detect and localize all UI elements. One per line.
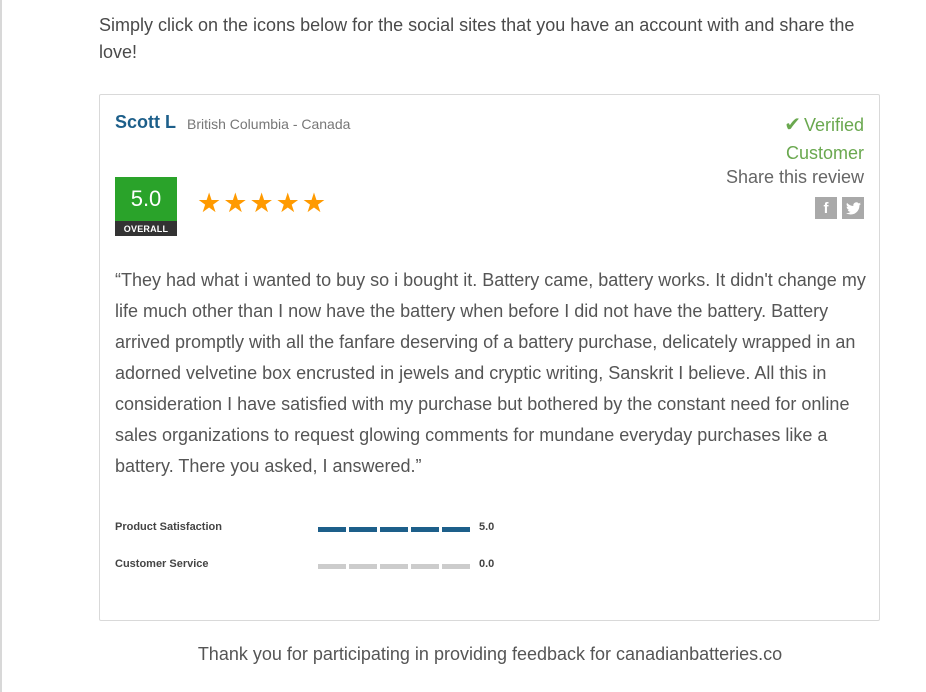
metric-label: Customer Service (115, 558, 209, 570)
reviewer-name[interactable]: Scott L (115, 112, 176, 133)
bar-segment (349, 564, 377, 569)
review-card: Scott L British Columbia - Canada ✔ Verif… (99, 94, 880, 621)
page-left-border (0, 0, 2, 692)
share-intro-text: Simply click on the icons below for the … (99, 15, 855, 62)
bar-segment (318, 564, 346, 569)
thank-you-message: Thank you for participating in providing… (197, 644, 783, 664)
twitter-icon[interactable] (842, 197, 864, 219)
review-text: “They had what i wanted to buy so i boug… (115, 270, 866, 476)
checkmark-icon: ✔ (784, 114, 801, 136)
facebook-icon[interactable]: f (815, 197, 837, 219)
overall-score-box: 5.0 OVERALL (115, 177, 177, 236)
reviewer-location: British Columbia - Canada (187, 116, 351, 132)
bar-segment (411, 564, 439, 569)
star-rating: ★ ★ ★ ★ ★ (197, 189, 326, 217)
star-icon: ★ (197, 188, 222, 218)
bar-segment (411, 527, 439, 532)
bar-segment (380, 564, 408, 569)
bar-segment (380, 527, 408, 532)
bar-segment (318, 527, 346, 532)
customer-label: Customer (785, 143, 864, 163)
bar-segment (442, 564, 470, 569)
bar-segment (349, 527, 377, 532)
star-icon: ★ (275, 188, 300, 218)
metric-customer-service: Customer Service 0.0 (115, 558, 495, 574)
star-icon: ★ (223, 188, 248, 218)
metric-value: 5.0 (479, 521, 495, 533)
metric-label: Product Satisfaction (115, 521, 222, 533)
metric-product-satisfaction: Product Satisfaction 5.0 (115, 521, 495, 537)
overall-score-value: 5.0 (115, 177, 177, 221)
verified-customer-badge: ✔ Verified Customer (734, 111, 864, 167)
share-this-review-label: Share this review (725, 167, 864, 187)
bar-segment (442, 527, 470, 532)
star-icon: ★ (249, 188, 274, 218)
metric-bar (318, 564, 470, 569)
metric-value: 0.0 (479, 558, 495, 570)
star-icon: ★ (301, 188, 327, 218)
metric-bar (318, 527, 470, 532)
verified-label: Verified (803, 115, 864, 135)
overall-score-label: OVERALL (115, 221, 177, 236)
share-icons: f (815, 197, 864, 219)
